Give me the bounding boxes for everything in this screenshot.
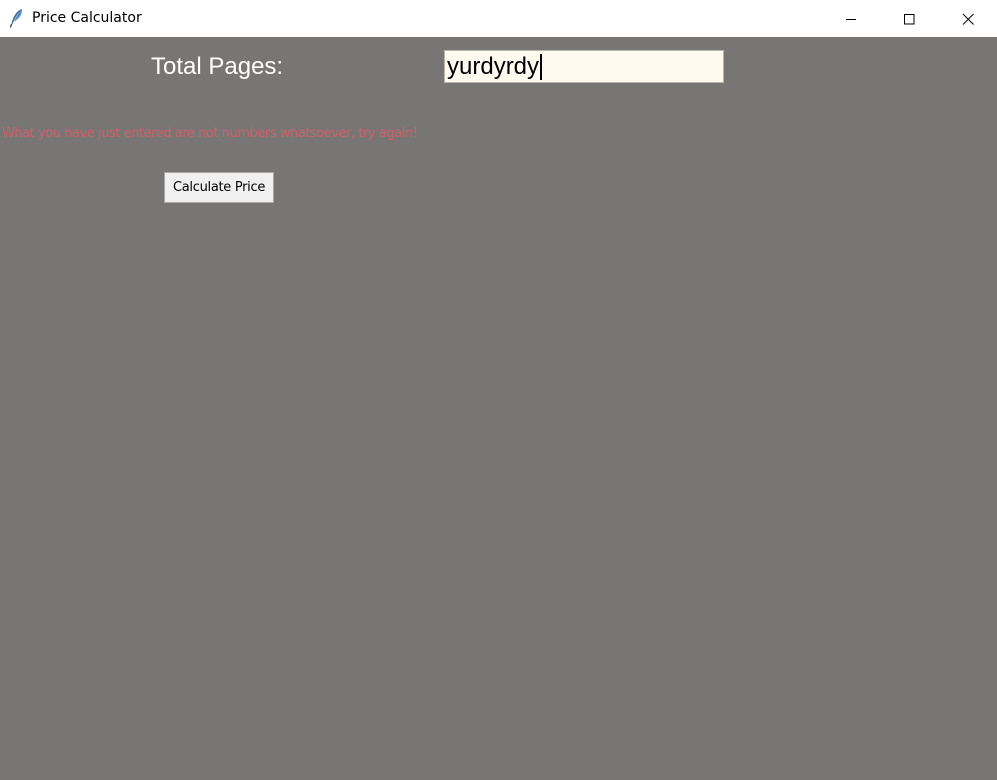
title-bar[interactable]: Price Calculator: [0, 0, 997, 37]
maximize-button[interactable]: [880, 0, 938, 37]
total-pages-input[interactable]: yurdyrdy: [444, 50, 724, 83]
error-message: What you have just entered are not numbe…: [2, 126, 418, 141]
maximize-icon: [903, 13, 915, 25]
minimize-button[interactable]: [822, 0, 880, 37]
minimize-icon: [845, 13, 857, 25]
window-title: Price Calculator: [32, 10, 142, 26]
calculate-price-button[interactable]: Calculate Price: [164, 172, 274, 203]
feather-icon: [8, 8, 24, 28]
total-pages-label: Total Pages:: [151, 53, 284, 80]
total-pages-input-value: yurdyrdy: [447, 53, 540, 80]
app-window: Price Calculator Total Pages: yurdyrdy W…: [0, 0, 997, 780]
close-icon: [962, 13, 974, 25]
close-button[interactable]: [938, 0, 997, 37]
text-caret: [540, 53, 543, 80]
